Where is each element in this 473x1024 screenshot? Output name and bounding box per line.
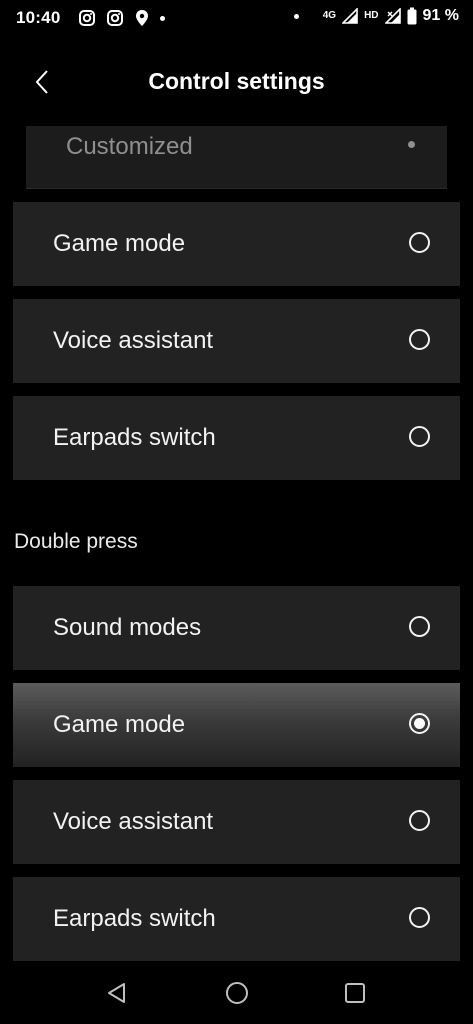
- nav-recents-button[interactable]: [340, 978, 370, 1008]
- signal-icon: [342, 8, 358, 24]
- status-notification-icons: [78, 9, 165, 27]
- dot-icon: [293, 13, 299, 19]
- section-title-double-press: Double press: [14, 530, 138, 553]
- header: Control settings: [0, 50, 473, 114]
- radio-button[interactable]: [409, 426, 430, 447]
- hd-indicator: HD: [364, 10, 379, 21]
- radio-button-checked[interactable]: [409, 713, 430, 734]
- customized-label: Customized: [66, 133, 193, 160]
- signal-icon: [384, 8, 401, 24]
- instagram-icon: [79, 10, 95, 26]
- instagram-icon: [107, 10, 123, 26]
- radio-button[interactable]: [409, 616, 430, 637]
- option-sound-modes[interactable]: Sound modes: [13, 586, 460, 670]
- circle-home-icon: [226, 982, 248, 1004]
- network-type: 4G: [322, 10, 337, 21]
- dot-icon: [408, 141, 415, 148]
- radio-button[interactable]: [409, 907, 430, 928]
- radio-button[interactable]: [409, 232, 430, 253]
- battery-icon: [407, 7, 417, 25]
- option-label: Voice assistant: [53, 327, 214, 354]
- option-game-mode[interactable]: Game mode: [13, 202, 460, 286]
- option-voice-assistant[interactable]: Voice assistant: [13, 299, 460, 383]
- option-earpads-switch[interactable]: Earpads switch: [13, 396, 460, 480]
- dot-icon: [160, 15, 165, 21]
- radio-button[interactable]: [409, 810, 430, 831]
- radio-button[interactable]: [409, 329, 430, 350]
- page-title: Control settings: [148, 68, 325, 94]
- customized-option[interactable]: Customized: [26, 126, 447, 189]
- option-earpads-switch[interactable]: Earpads switch: [13, 877, 460, 961]
- option-label: Sound modes: [53, 614, 202, 641]
- location-icon: [136, 10, 148, 26]
- nav-home-button[interactable]: [222, 978, 252, 1008]
- option-label: Game mode: [53, 230, 186, 257]
- option-game-mode-selected[interactable]: Game mode: [13, 683, 460, 767]
- option-label: Game mode: [53, 711, 186, 738]
- option-label: Voice assistant: [53, 808, 214, 835]
- status-time: 10:40: [16, 8, 61, 27]
- nav-back-button[interactable]: [102, 978, 132, 1008]
- option-label: Earpads switch: [53, 424, 216, 451]
- option-label: Earpads switch: [53, 905, 216, 932]
- status-system-icons: 4G HD 91 %: [293, 7, 459, 25]
- battery-percentage: 91 %: [422, 7, 459, 24]
- option-voice-assistant[interactable]: Voice assistant: [13, 780, 460, 864]
- triangle-back-icon: [108, 983, 125, 1003]
- navigation-bar: [0, 962, 473, 1024]
- square-recents-icon: [345, 983, 365, 1003]
- status-bar: 10:40 4G HD 91 %: [0, 0, 473, 38]
